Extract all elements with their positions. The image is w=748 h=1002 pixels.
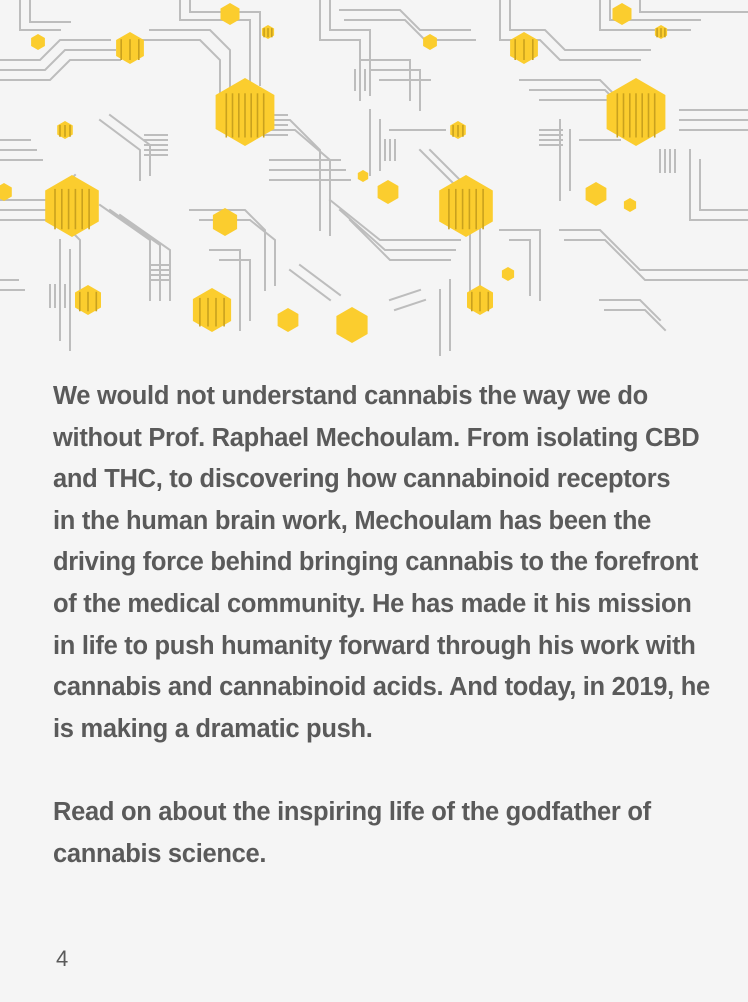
intro-paragraph: We would not understand cannabis the way…: [53, 382, 710, 743]
page-number: 4: [56, 946, 69, 971]
book-page: We would not understand cannabis the way…: [0, 0, 748, 1002]
read-on-paragraph: Read on about the inspiring life of the …: [53, 797, 651, 868]
molecular-hexagon-network-icon: [0, 0, 748, 356]
article-body: We would not understand cannabis the way…: [53, 376, 713, 875]
